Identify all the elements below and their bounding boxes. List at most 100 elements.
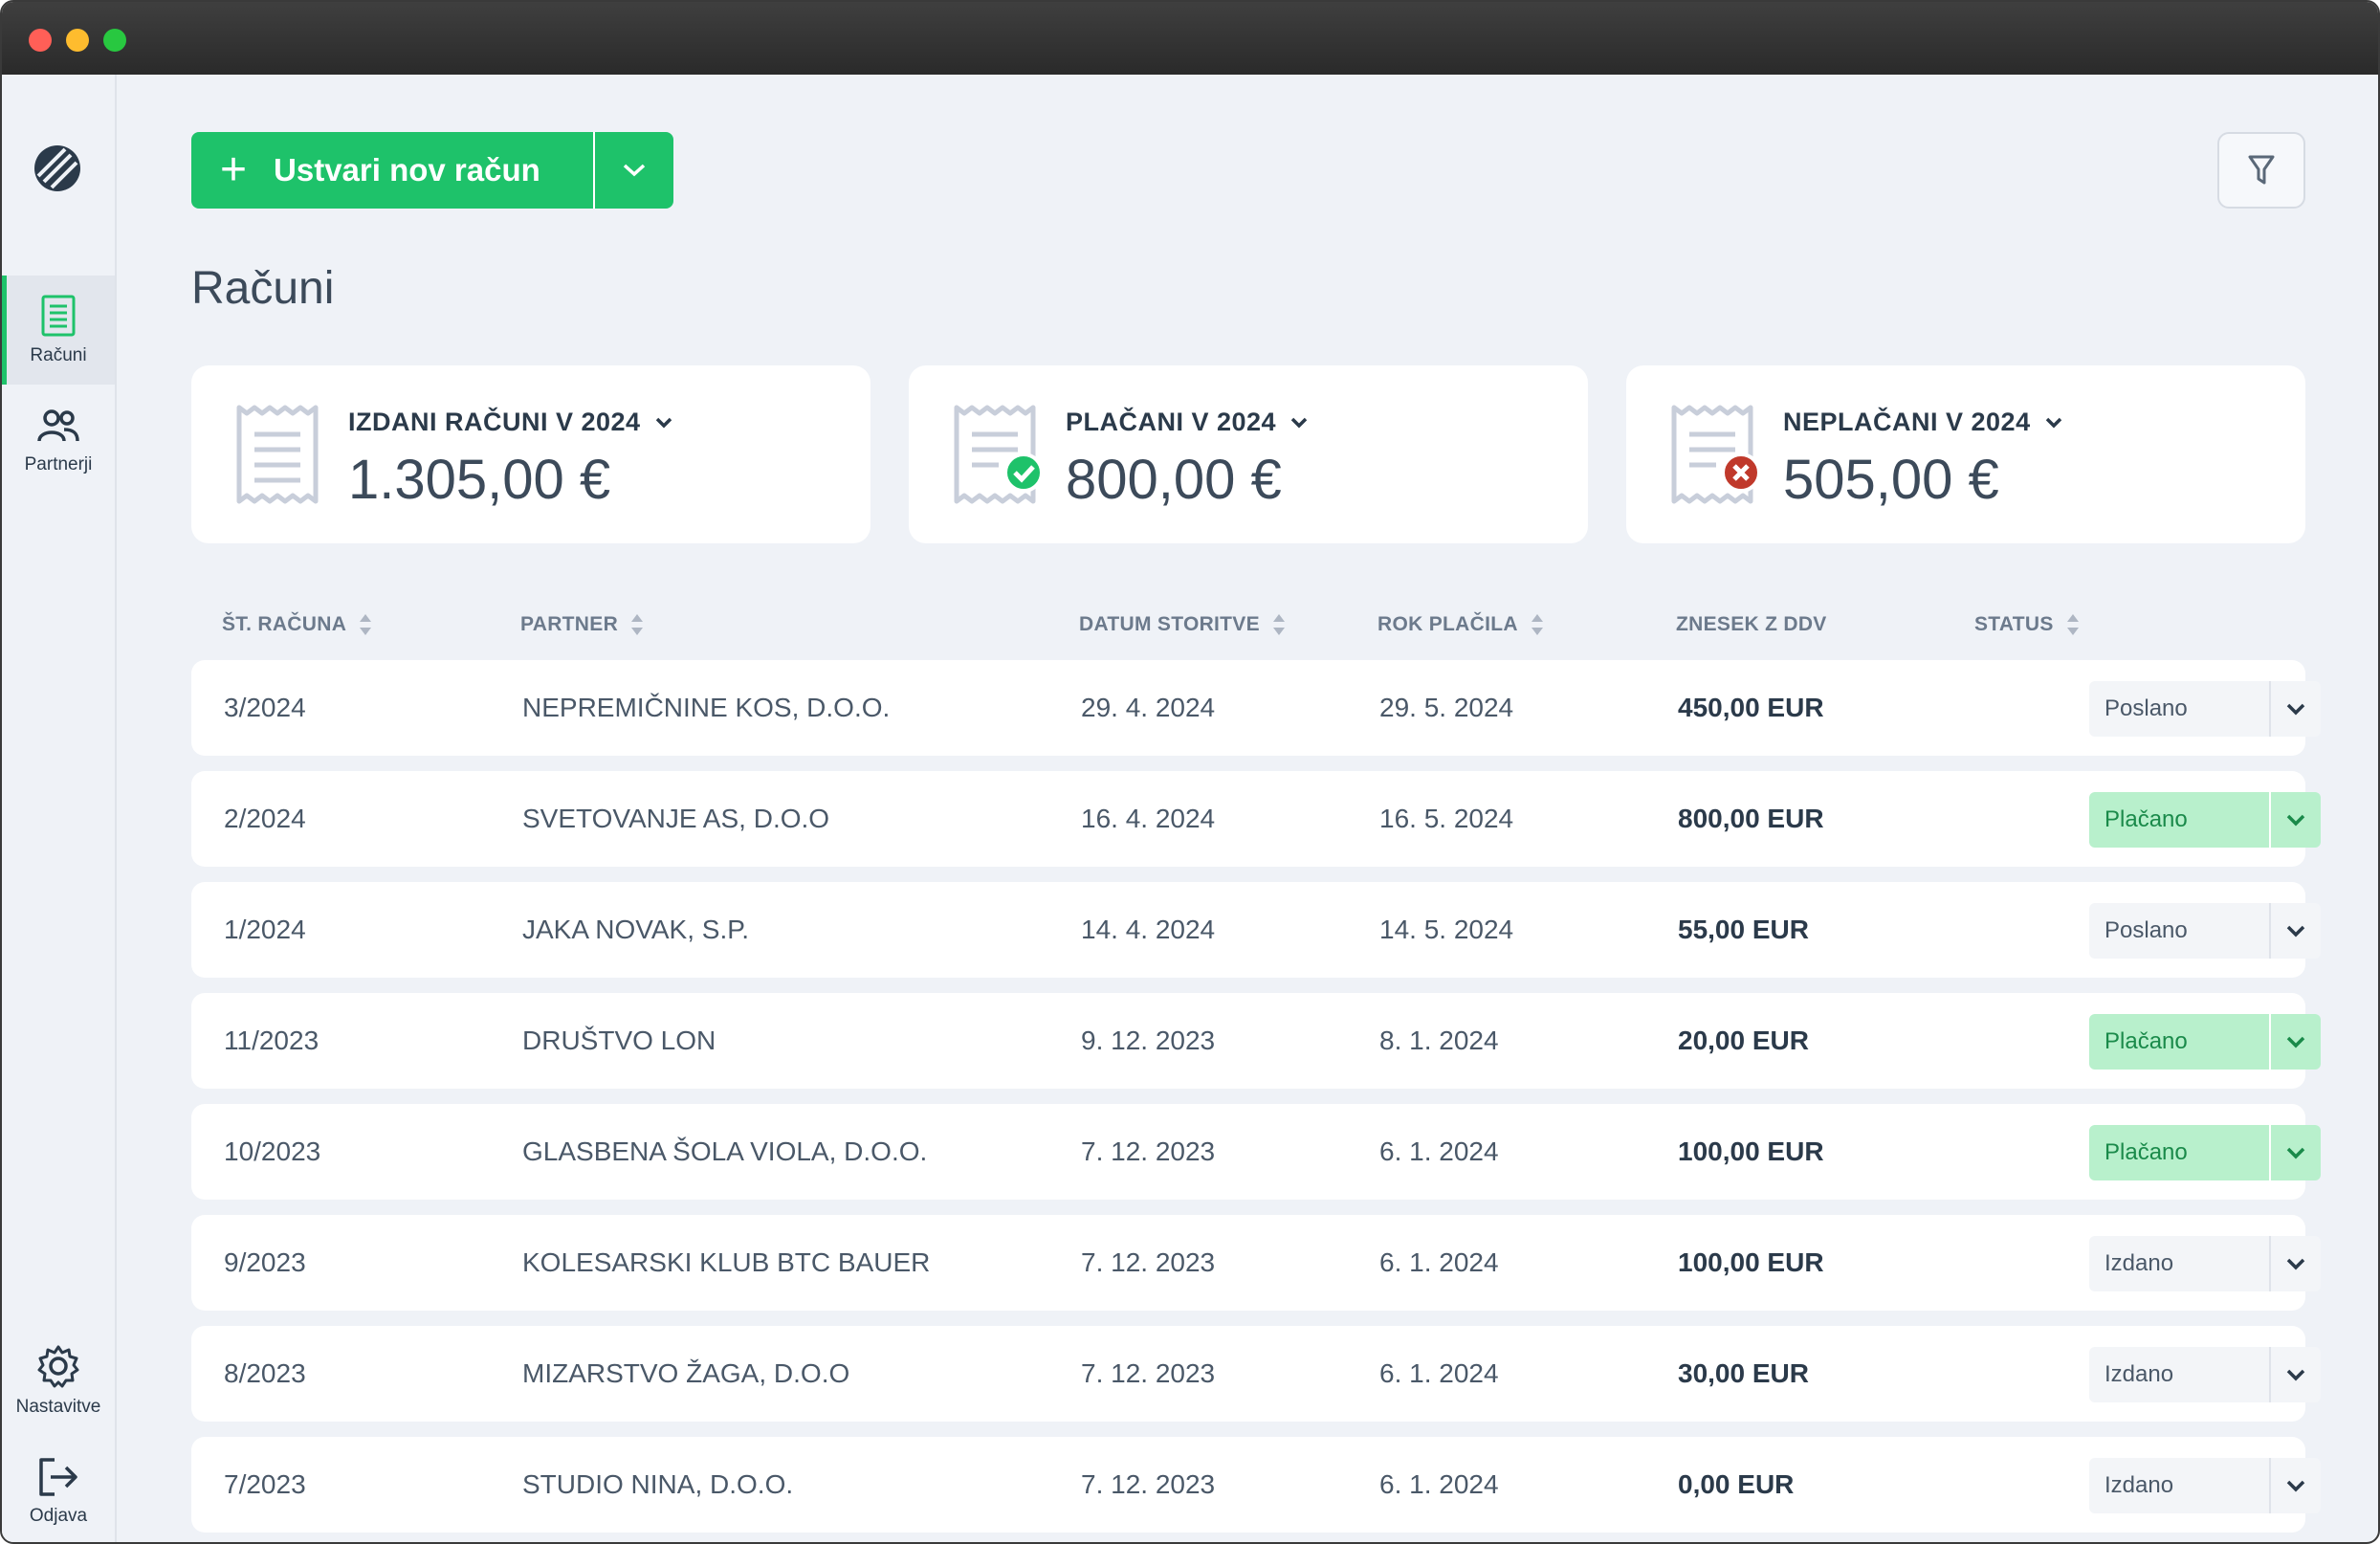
column-header-label: DATUM STORITVE	[1079, 613, 1260, 635]
close-window-button[interactable]	[29, 29, 52, 52]
chevron-down-icon	[2271, 792, 2321, 848]
invoice-icon	[41, 295, 76, 337]
plus-icon: +	[220, 144, 248, 195]
sidebar-item-label: Odjava	[29, 1506, 88, 1526]
app-logo-icon[interactable]	[31, 142, 84, 195]
chevron-down-icon	[2271, 903, 2321, 959]
page-title: Računi	[191, 263, 335, 314]
sidebar-item-racuni[interactable]: Računi	[2, 276, 115, 385]
partner-name: DRUŠTVO LON	[522, 1026, 716, 1055]
status-select[interactable]: Plačano	[2089, 1014, 2321, 1070]
column-header-label: ROK PLAČILA	[1377, 613, 1518, 635]
column-header-label: STATUS	[1974, 613, 2054, 635]
title-bar	[2, 2, 2378, 75]
column-header-partner[interactable]: PARTNER	[520, 601, 645, 649]
summary-card-period-selector[interactable]: IZDANI RAČUNI V 2024	[348, 408, 673, 437]
service-date: 9. 12. 2023	[1081, 1026, 1216, 1055]
status-value: Poslano	[2089, 903, 2271, 959]
summary-card-value: 1.305,00 €	[348, 449, 611, 511]
service-date: 16. 4. 2024	[1081, 804, 1216, 833]
filter-button[interactable]	[2217, 132, 2305, 209]
summary-card-label: PLAČANI V 2024	[1066, 408, 1277, 436]
due-date: 6. 1. 2024	[1379, 1247, 1499, 1277]
chevron-down-icon	[2045, 417, 2061, 428]
due-date: 6. 1. 2024	[1379, 1469, 1499, 1499]
chevron-down-icon	[1290, 417, 1308, 428]
summary-card-period-selector[interactable]: PLAČANI V 2024	[1066, 408, 1309, 437]
invoice-number: 9/2023	[224, 1247, 306, 1277]
summary-card-paid: PLAČANI V 2024 800,00 €	[909, 365, 1588, 543]
table-row[interactable]: 10/2023 GLASBENA ŠOLA VIOLA, D.O.O. 7. 1…	[191, 1104, 2321, 1200]
chevron-down-icon	[2271, 1236, 2321, 1291]
status-select[interactable]: Poslano	[2089, 681, 2321, 737]
partner-name: NEPREMIČNINE KOS, D.O.O.	[522, 693, 891, 722]
table-row[interactable]: 8/2023 MIZARSTVO ŽAGA, D.O.O 7. 12. 2023…	[191, 1326, 2321, 1422]
partner-name: SVETOVANJE AS, D.O.O	[522, 804, 830, 833]
column-header-service-date[interactable]: DATUM STORITVE	[1079, 601, 1287, 649]
sidebar-item-partnerji[interactable]: Partnerji	[2, 386, 115, 496]
sidebar: Računi Partnerji Nastavitve Odjava	[2, 75, 117, 1542]
sort-icon	[631, 614, 644, 635]
due-date: 6. 1. 2024	[1379, 1358, 1499, 1388]
chevron-down-icon	[2271, 681, 2321, 737]
service-date: 7. 12. 2023	[1081, 1247, 1216, 1277]
invoice-number: 3/2024	[224, 693, 306, 722]
chevron-down-icon	[2271, 1347, 2321, 1402]
table-row[interactable]: 3/2024 NEPREMIČNINE KOS, D.O.O. 29. 4. 2…	[191, 660, 2321, 756]
amount: 100,00 EUR	[1678, 1136, 1824, 1166]
due-date: 8. 1. 2024	[1379, 1026, 1499, 1055]
column-header-label: ZNESEK Z DDV	[1676, 613, 1827, 635]
create-invoice-button[interactable]: + Ustvari nov račun	[191, 132, 595, 209]
receipt-unpaid-icon	[1671, 405, 1760, 504]
status-value: Izdano	[2089, 1347, 2271, 1402]
logout-icon	[39, 1458, 77, 1496]
maximize-window-button[interactable]	[103, 29, 126, 52]
create-invoice-split-button: + Ustvari nov račun	[191, 132, 673, 209]
column-header-due-date[interactable]: ROK PLAČILA	[1377, 601, 1545, 649]
table-row[interactable]: 2/2024 SVETOVANJE AS, D.O.O 16. 4. 2024 …	[191, 771, 2321, 867]
sidebar-item-odjava[interactable]: Odjava	[2, 1437, 115, 1542]
sidebar-item-label: Nastavitve	[15, 1397, 101, 1417]
create-options-dropdown[interactable]	[595, 132, 673, 209]
status-select[interactable]: Izdano	[2089, 1236, 2321, 1291]
status-value: Izdano	[2089, 1458, 2271, 1513]
table-row[interactable]: 11/2023 DRUŠTVO LON 9. 12. 2023 8. 1. 20…	[191, 993, 2321, 1089]
column-header-label: ŠT. RAČUNA	[222, 613, 347, 635]
status-select[interactable]: Poslano	[2089, 903, 2321, 959]
due-date: 29. 5. 2024	[1379, 693, 1514, 722]
chevron-down-icon	[2271, 1014, 2321, 1070]
chevron-down-icon	[2271, 1458, 2321, 1513]
table-row[interactable]: 9/2023 KOLESARSKI KLUB BTC BAUER 7. 12. …	[191, 1215, 2321, 1311]
amount: 30,00 EUR	[1678, 1358, 1809, 1388]
sort-icon	[1272, 614, 1285, 635]
partner-name: GLASBENA ŠOLA VIOLA, D.O.O.	[522, 1136, 928, 1166]
partner-name: MIZARSTVO ŽAGA, D.O.O	[522, 1358, 850, 1388]
sidebar-item-nastavitve[interactable]: Nastavitve	[2, 1326, 115, 1435]
column-header-amount: ZNESEK Z DDV	[1676, 601, 1827, 649]
table-row[interactable]: 1/2024 JAKA NOVAK, S.P. 14. 4. 2024 14. …	[191, 882, 2321, 978]
status-select[interactable]: Izdano	[2089, 1347, 2321, 1402]
column-header-status[interactable]: STATUS	[1974, 601, 2081, 649]
summary-card-period-selector[interactable]: NEPLAČANI V 2024	[1783, 408, 2063, 437]
status-value: Plačano	[2089, 792, 2271, 848]
column-header-number[interactable]: ŠT. RAČUNA	[222, 601, 373, 649]
minimize-window-button[interactable]	[66, 29, 89, 52]
app-window: Računi Partnerji Nastavitve Odjava + Ust…	[0, 0, 2380, 1544]
invoice-number: 8/2023	[224, 1358, 306, 1388]
gear-icon	[37, 1345, 79, 1388]
status-select[interactable]: Plačano	[2089, 792, 2321, 848]
due-date: 6. 1. 2024	[1379, 1136, 1499, 1166]
status-select[interactable]: Plačano	[2089, 1125, 2321, 1180]
partners-icon	[37, 409, 79, 442]
summary-card-label: NEPLAČANI V 2024	[1783, 408, 2031, 436]
invoice-number: 7/2023	[224, 1469, 306, 1499]
invoice-number: 11/2023	[224, 1026, 320, 1055]
service-date: 7. 12. 2023	[1081, 1136, 1216, 1166]
sort-icon	[2066, 614, 2079, 635]
status-select[interactable]: Izdano	[2089, 1458, 2321, 1513]
partner-name: STUDIO NINA, D.O.O.	[522, 1469, 794, 1499]
chevron-down-icon	[623, 164, 646, 177]
sidebar-item-label: Partnerji	[24, 454, 93, 474]
table-row[interactable]: 7/2023 STUDIO NINA, D.O.O. 7. 12. 2023 6…	[191, 1437, 2321, 1533]
amount: 0,00 EUR	[1678, 1469, 1795, 1499]
